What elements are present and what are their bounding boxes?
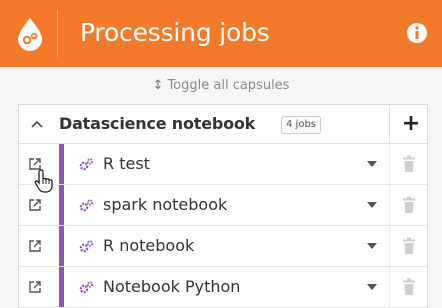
- gears-icon: [79, 240, 94, 253]
- external-link-icon[interactable]: [27, 197, 43, 213]
- header-divider: [57, 10, 58, 57]
- job-row: R test: [19, 144, 427, 185]
- info-icon: [407, 23, 427, 43]
- row-separator: [389, 185, 390, 225]
- header-separator: [389, 105, 390, 143]
- job-name[interactable]: Notebook Python: [103, 277, 240, 296]
- job-row: spark notebook: [19, 185, 427, 226]
- toggle-all-capsules[interactable]: ↕ Toggle all capsules: [0, 78, 442, 93]
- job-name[interactable]: spark notebook: [103, 195, 227, 214]
- caret-down-icon[interactable]: [367, 243, 377, 249]
- trash-icon[interactable]: [402, 155, 416, 173]
- external-link-icon[interactable]: [27, 279, 43, 295]
- trash-icon[interactable]: [402, 237, 416, 255]
- gears-icon: [79, 199, 94, 212]
- gears-icon: [79, 158, 94, 171]
- group-header: Datascience notebook 4 jobs +: [19, 105, 427, 144]
- droplet-gears-icon: [18, 18, 42, 51]
- app-logo: [4, 8, 56, 60]
- gears-icon: [79, 281, 94, 294]
- capsule-panel: Datascience notebook 4 jobs + R test spa…: [18, 104, 428, 308]
- group-title: Datascience notebook: [59, 114, 256, 133]
- toggle-label: Toggle all capsules: [167, 78, 290, 93]
- job-row: Notebook Python: [19, 267, 427, 308]
- trash-icon[interactable]: [402, 196, 416, 214]
- page-title: Processing jobs: [80, 18, 270, 47]
- row-separator: [389, 226, 390, 266]
- job-accent-bar: [59, 267, 64, 307]
- job-accent-bar: [59, 144, 64, 184]
- caret-down-icon[interactable]: [367, 284, 377, 290]
- jobs-count-badge: 4 jobs: [281, 116, 321, 134]
- job-name[interactable]: R test: [103, 154, 150, 173]
- job-name[interactable]: R notebook: [103, 236, 194, 255]
- job-accent-bar: [59, 185, 64, 225]
- job-row: R notebook: [19, 226, 427, 267]
- add-job-button[interactable]: +: [399, 110, 423, 138]
- job-accent-bar: [59, 226, 64, 266]
- caret-down-icon[interactable]: [367, 161, 377, 167]
- external-link-icon[interactable]: [27, 238, 43, 254]
- caret-down-icon[interactable]: [367, 202, 377, 208]
- vertical-arrows-icon: ↕: [152, 78, 164, 93]
- info-button[interactable]: [404, 20, 430, 46]
- app-header: Processing jobs: [0, 0, 442, 67]
- trash-icon[interactable]: [402, 278, 416, 296]
- row-separator: [389, 144, 390, 184]
- external-link-icon[interactable]: [27, 156, 43, 172]
- chevron-up-icon[interactable]: [29, 116, 45, 132]
- row-separator: [389, 267, 390, 307]
